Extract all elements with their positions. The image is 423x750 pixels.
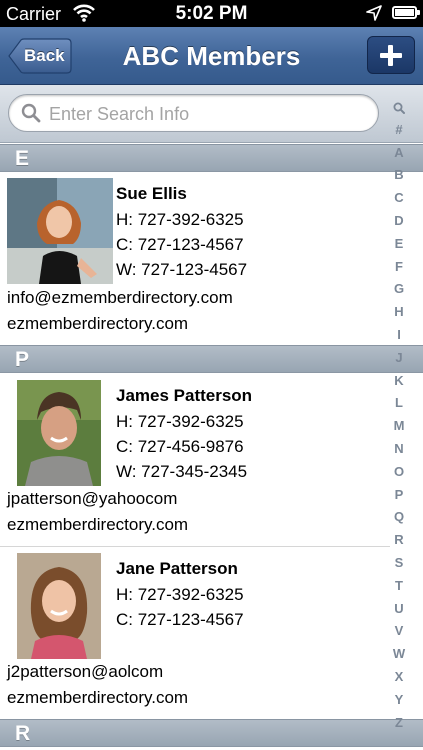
member-home-phone[interactable]: H: 727-392-6325 (116, 210, 244, 230)
member-email[interactable]: jpatterson@yahoocom (7, 489, 177, 509)
index-letter[interactable]: M (388, 415, 410, 438)
section-header-p: P (0, 345, 423, 373)
index-letter[interactable]: Y (388, 689, 410, 712)
member-photo-image (17, 553, 101, 659)
index-letter[interactable]: U (388, 598, 410, 621)
index-letter[interactable]: N (388, 438, 410, 461)
member-list: E Sue Ellis H: 727-392-6325 C: 727-123-4… (0, 142, 423, 750)
index-letter[interactable]: T (388, 575, 410, 598)
search-icon (393, 102, 405, 114)
index-letter[interactable]: Z (388, 712, 410, 735)
section-letter: P (15, 348, 30, 371)
index-letter[interactable]: H (388, 301, 410, 324)
member-photo (17, 380, 101, 486)
index-letter[interactable]: W (388, 643, 410, 666)
index-letter[interactable]: O (388, 461, 410, 484)
battery-icon (392, 6, 420, 19)
search-icon (21, 103, 41, 123)
index-letter[interactable]: Q (388, 506, 410, 529)
index-letter[interactable]: V (388, 620, 410, 643)
section-index[interactable]: # A B C D E F G H I J K L M N O P Q R S … (388, 96, 410, 734)
member-work-phone[interactable]: W: 727-345-2345 (116, 462, 247, 482)
member-website[interactable]: ezmemberdirectory.com (7, 515, 188, 535)
member-name: Sue Ellis (116, 184, 187, 203)
section-letter: E (15, 147, 30, 170)
member-email[interactable]: j2patterson@aolcom (7, 662, 163, 682)
member-photo (17, 553, 101, 659)
member-name: Jane Patterson (116, 559, 238, 578)
index-letter[interactable]: J (388, 347, 410, 370)
index-letter[interactable]: A (388, 142, 410, 165)
search-bar (0, 85, 423, 143)
member-photo-image (7, 178, 113, 284)
add-member-button[interactable] (367, 36, 415, 74)
index-letter[interactable]: R (388, 529, 410, 552)
member-work-phone[interactable]: W: 727-123-4567 (116, 260, 247, 280)
member-cell-phone[interactable]: C: 727-456-9876 (116, 437, 244, 457)
index-letter[interactable]: # (388, 119, 410, 142)
section-header-r: R (0, 719, 423, 747)
index-letter[interactable]: B (388, 164, 410, 187)
member-photo-image (17, 380, 101, 486)
member-email[interactable]: info@ezmemberdirectory.com (7, 288, 233, 308)
page-title: ABC Members (122, 41, 301, 71)
location-arrow-icon (366, 5, 382, 21)
member-row-sue-ellis[interactable]: Sue Ellis H: 727-392-6325 C: 727-123-456… (0, 172, 390, 342)
member-website[interactable]: ezmemberdirectory.com (7, 314, 188, 334)
member-row-jane-patterson[interactable]: Jane Patterson H: 727-392-6325 C: 727-12… (0, 547, 390, 717)
index-letter[interactable]: E (388, 233, 410, 256)
member-row-james-patterson[interactable]: James Patterson H: 727-392-6325 C: 727-4… (0, 374, 390, 547)
section-letter: R (15, 722, 31, 745)
index-letter[interactable]: G (388, 278, 410, 301)
section-header-e: E (0, 144, 423, 172)
member-website[interactable]: ezmemberdirectory.com (7, 688, 188, 708)
member-cell-phone[interactable]: C: 727-123-4567 (116, 610, 244, 630)
index-letter[interactable]: K (388, 370, 410, 393)
member-home-phone[interactable]: H: 727-392-6325 (116, 412, 244, 432)
index-letter[interactable]: I (388, 324, 410, 347)
clock: 5:02 PM (175, 3, 248, 24)
member-cell-phone[interactable]: C: 727-123-4567 (116, 235, 244, 255)
index-search[interactable] (388, 96, 410, 119)
navigation-bar: Back ABC Members (0, 27, 423, 85)
member-home-phone[interactable]: H: 727-392-6325 (116, 585, 244, 605)
index-letter[interactable]: F (388, 256, 410, 279)
member-photo (7, 178, 113, 284)
index-letter[interactable]: P (388, 484, 410, 507)
index-letter[interactable]: X (388, 666, 410, 689)
index-letter[interactable]: C (388, 187, 410, 210)
search-field[interactable] (8, 94, 379, 132)
search-input[interactable] (47, 101, 371, 127)
member-name: James Patterson (116, 386, 253, 405)
index-letter[interactable]: S (388, 552, 410, 575)
index-letter[interactable]: L (388, 392, 410, 415)
index-letter[interactable]: D (388, 210, 410, 233)
status-bar: Carrier 5:02 PM (0, 0, 423, 27)
